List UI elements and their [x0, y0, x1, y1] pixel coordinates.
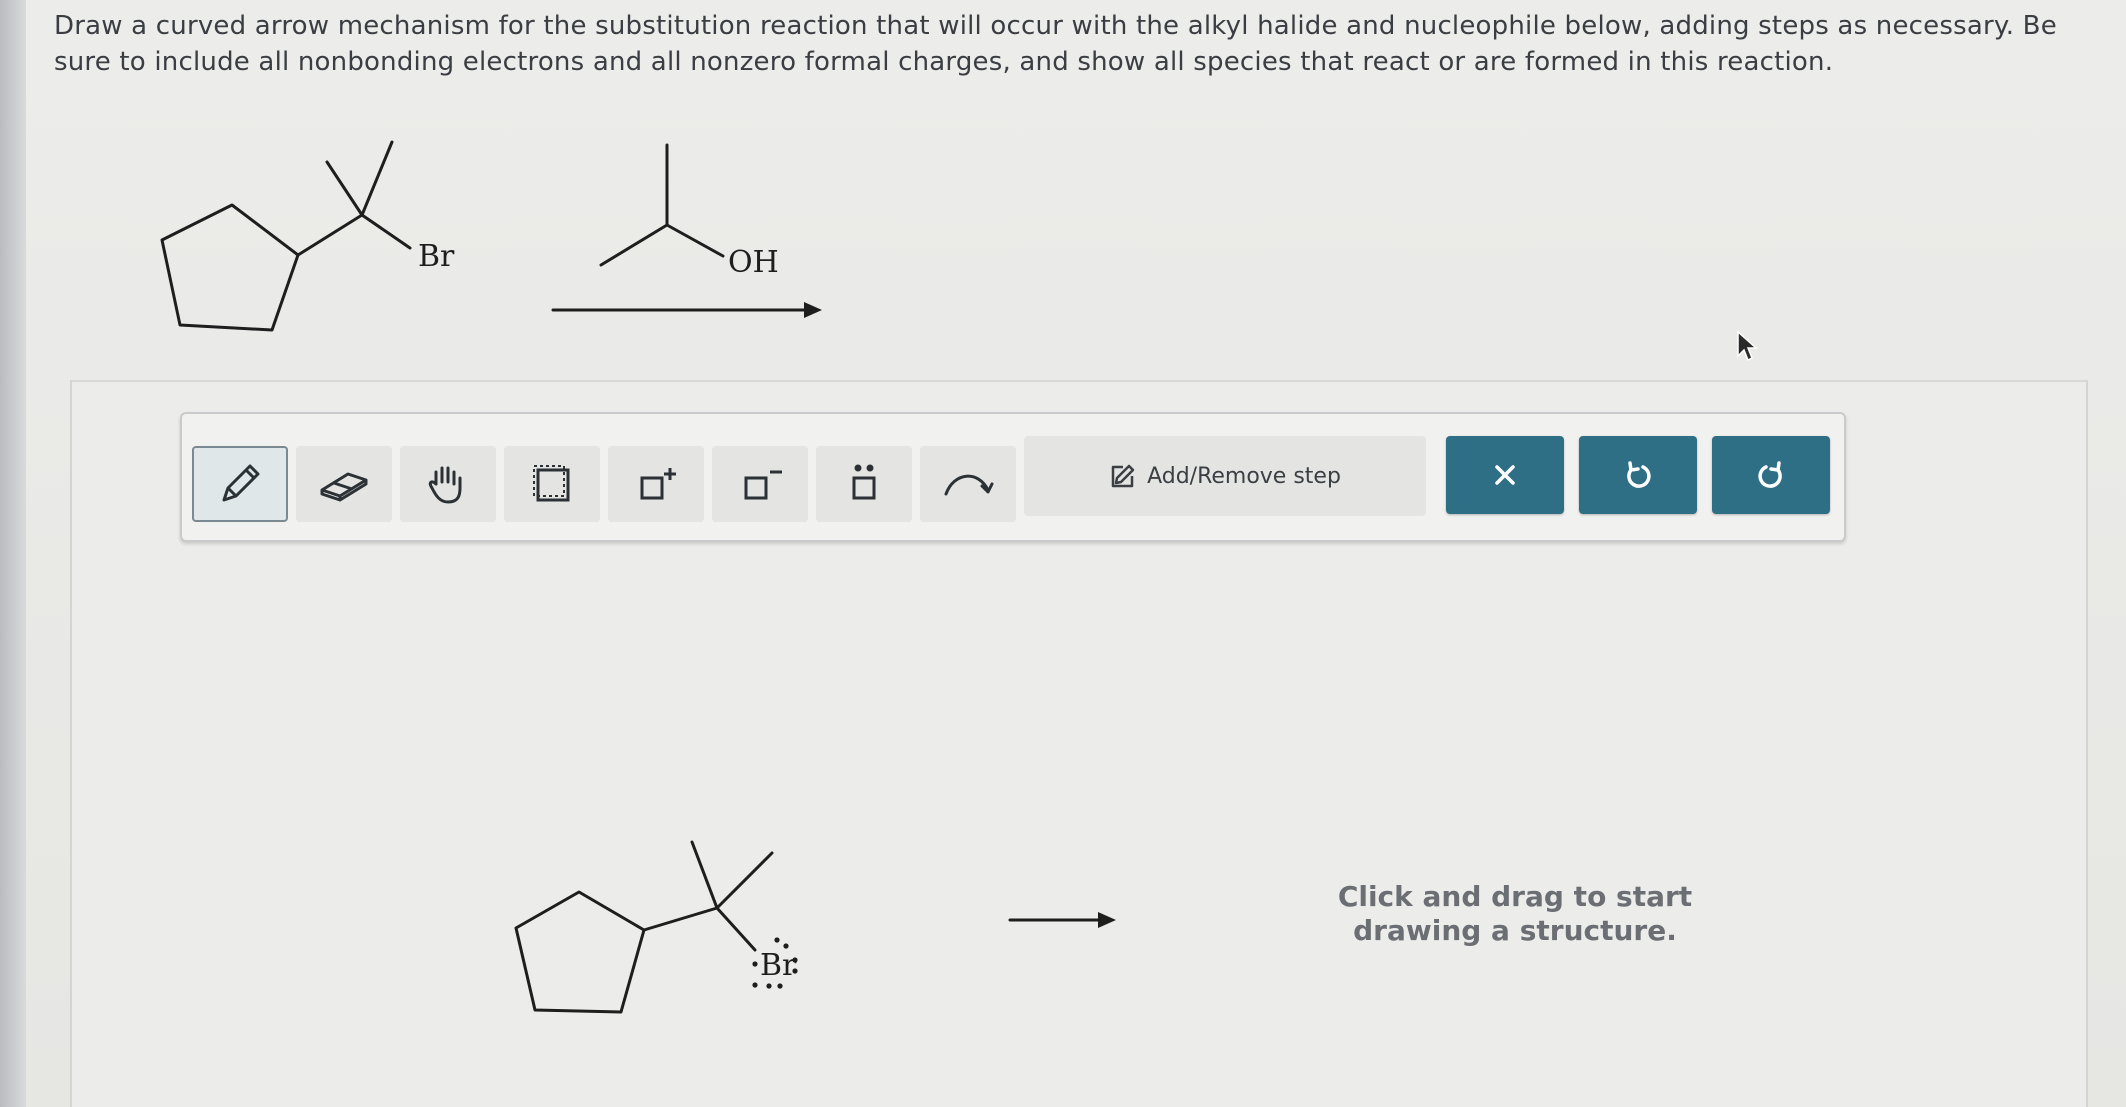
- canvas-cyclopentane-ring: [514, 890, 646, 1014]
- eraser-icon: [320, 472, 368, 502]
- lone-pair-icon: [852, 464, 876, 500]
- canvas-bond-methyl-left: [690, 840, 719, 910]
- redo-icon: [1758, 461, 1782, 488]
- add-remove-step-button[interactable]: Add/Remove step: [1024, 436, 1426, 516]
- reaction-scheme: Br OH: [160, 140, 822, 332]
- reagent-hydroxyl-label: OH: [728, 245, 779, 280]
- hand-tool-button[interactable]: [400, 446, 496, 522]
- window-edge-shade: [0, 0, 26, 1107]
- bond-isopropanol-left: [599, 223, 669, 267]
- undo-icon: [1627, 461, 1651, 488]
- bond-ring-to-carbon: [296, 213, 364, 257]
- cyclopentane-ring: [160, 203, 300, 332]
- bond-methyl-right: [360, 140, 394, 217]
- hand-icon: [428, 466, 462, 504]
- pencil-tool-button[interactable]: [192, 446, 288, 522]
- canvas-bond-carbon-bromine: [715, 906, 757, 952]
- negative-charge-tool-button[interactable]: [712, 446, 808, 522]
- pencil-icon: [222, 464, 260, 502]
- canvas-structure[interactable]: Br: [480, 820, 1200, 1040]
- reaction-arrow-head: [804, 302, 822, 318]
- lone-pair-tool-button[interactable]: [816, 446, 912, 522]
- drawing-toolbar: Add/Remove step: [180, 412, 1846, 542]
- redo-button[interactable]: [1712, 436, 1830, 514]
- edit-icon: [1111, 464, 1135, 488]
- substrate-bromine-label: Br: [418, 239, 455, 274]
- select-tool-button[interactable]: [504, 446, 600, 522]
- clear-button[interactable]: [1446, 436, 1564, 514]
- curved-arrow-icon: [944, 474, 994, 496]
- mouse-pointer-icon: [1737, 330, 1758, 362]
- selection-box-icon: [533, 465, 570, 502]
- bond-carbon-bromine: [360, 213, 412, 250]
- curved-arrow-tool-button[interactable]: [920, 446, 1016, 522]
- bond-isopropanol-oh: [665, 223, 725, 258]
- positive-charge-tool-button[interactable]: [608, 446, 704, 522]
- bond-methyl-left: [325, 160, 364, 217]
- canvas-reaction-arrow-head: [1098, 912, 1116, 928]
- close-icon: [1495, 465, 1515, 485]
- canvas-bromine-label: Br: [760, 948, 797, 983]
- page: Draw a curved arrow mechanism for the su…: [0, 0, 2126, 1107]
- negative-charge-icon: [744, 470, 782, 500]
- add-remove-step-label: Add/Remove step: [1147, 463, 1341, 489]
- canvas-bond-methyl-right: [715, 851, 774, 910]
- canvas-hint-text: Click and drag to start drawing a struct…: [1337, 880, 1693, 947]
- question-instructions: Draw a curved arrow mechanism for the su…: [54, 11, 2057, 77]
- eraser-tool-button[interactable]: [296, 446, 392, 522]
- positive-charge-icon: [640, 468, 676, 500]
- undo-button[interactable]: [1579, 436, 1697, 514]
- canvas-bond-ring-to-carbon: [642, 906, 719, 932]
